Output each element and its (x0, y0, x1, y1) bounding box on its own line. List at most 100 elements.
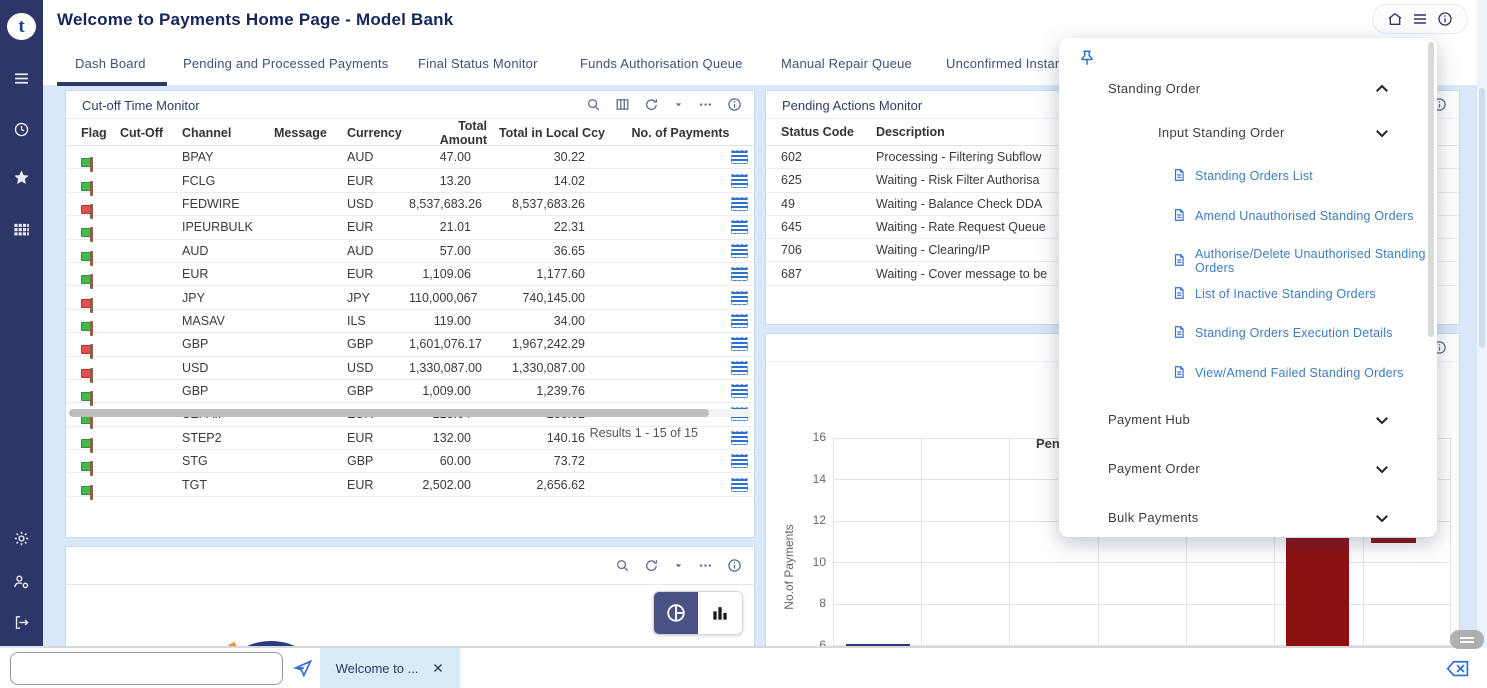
channel-cell: JPY (174, 291, 266, 305)
bar-red-cap[interactable] (1371, 538, 1416, 543)
user-admin-icon[interactable] (13, 573, 30, 590)
total-amount-cell: 1,601,076.17 (409, 337, 489, 351)
tab-final-status[interactable]: Final Status Monitor (418, 56, 538, 71)
sidebar: t (0, 0, 43, 646)
caret-down-icon[interactable] (673, 99, 684, 110)
page-title: Welcome to Payments Home Page - Model Ba… (57, 10, 453, 30)
cutoff-table-row[interactable]: FCLGEUR13.2014.02 (66, 169, 754, 192)
cutoff-table-row[interactable]: GBPGBP1,601,076.171,967,242.29 (66, 333, 754, 356)
chevron-down-icon[interactable] (1373, 411, 1391, 429)
tab-funds-auth-queue[interactable]: Funds Authorisation Queue (580, 56, 743, 71)
tab-unconfirmed[interactable]: Unconfirmed Instar (946, 56, 1059, 71)
cutoff-table-row[interactable]: BPAYAUD47.0030.22 (66, 146, 754, 169)
command-input[interactable] (10, 652, 283, 685)
tab-pending-processed[interactable]: Pending and Processed Payments (183, 56, 388, 71)
home-icon[interactable] (1387, 11, 1403, 27)
payments-list-icon[interactable] (731, 478, 748, 492)
local-ccy-cell: 8,537,683.26 (489, 197, 607, 211)
total-amount-cell: 13.20 (409, 174, 489, 188)
refresh-icon[interactable] (644, 558, 659, 573)
cutoff-table-row[interactable]: JPYJPY110,000,067740,145.00 (66, 286, 754, 309)
columns-icon[interactable] (615, 97, 630, 112)
active-tab-underline (57, 82, 167, 86)
more-icon[interactable] (698, 558, 713, 573)
chevron-down-icon[interactable] (1373, 124, 1391, 142)
refresh-icon[interactable] (644, 97, 659, 112)
payments-list-icon[interactable] (731, 244, 748, 258)
pin-icon[interactable] (1078, 49, 1096, 69)
menu-link[interactable]: View/Amend Failed Standing Orders (1172, 365, 1404, 381)
payments-list-icon[interactable] (731, 314, 748, 328)
cutoff-table-row[interactable]: AUDAUD57.0036.65 (66, 240, 754, 263)
cutoff-table-row[interactable]: GBPGBP1,009.001,239.76 (66, 380, 754, 403)
bank-logo[interactable]: t (7, 13, 36, 40)
chevron-down-icon[interactable] (1373, 509, 1391, 527)
cutoff-table-row[interactable]: STGGBP60.0073.72 (66, 450, 754, 473)
menu-section-payment-hub[interactable]: Payment Hub (1108, 412, 1190, 427)
local-ccy-cell: 36.65 (489, 244, 607, 258)
bar-chart-toggle-button[interactable] (698, 592, 742, 634)
menu-section-input-standing-order[interactable]: Input Standing Order (1158, 125, 1285, 140)
menu-link[interactable]: List of Inactive Standing Orders (1172, 286, 1376, 302)
cutoff-table-row[interactable]: USDUSD1,330,087.001,330,087.00 (66, 357, 754, 380)
menu-scrollbar[interactable] (1428, 42, 1434, 337)
close-icon[interactable] (432, 662, 444, 674)
search-icon[interactable] (615, 558, 630, 573)
menu-icon[interactable] (13, 70, 30, 87)
apps-grid-icon[interactable] (13, 221, 30, 238)
chevron-up-icon[interactable] (1373, 80, 1391, 98)
menu-link[interactable]: Authorise/Delete Unauthorised Standing O… (1172, 247, 1437, 275)
menu-section-standing-order[interactable]: Standing Order (1108, 81, 1200, 96)
settings-gear-icon[interactable] (13, 530, 30, 547)
payments-list-icon[interactable] (731, 384, 748, 398)
menu-link[interactable]: Standing Orders Execution Details (1172, 325, 1393, 341)
currency-cell: EUR (339, 478, 409, 492)
menu-section-payment-order[interactable]: Payment Order (1108, 461, 1200, 476)
info-icon[interactable] (1437, 11, 1453, 27)
bar-red-tall[interactable] (1286, 538, 1349, 646)
channel-cell: MASAV (174, 314, 266, 328)
channel-cell: USD (174, 361, 266, 375)
tab-manual-repair-queue[interactable]: Manual Repair Queue (781, 56, 912, 71)
favorites-star-icon[interactable] (13, 169, 30, 186)
menu-link[interactable]: Standing Orders List (1172, 168, 1313, 184)
total-amount-cell: 1,109.06 (409, 267, 489, 281)
page-vertical-scrollbar[interactable] (1477, 0, 1487, 688)
payments-list-icon[interactable] (731, 197, 748, 211)
pie-chart-toggle-button[interactable] (654, 592, 698, 634)
scroll-grip[interactable] (1450, 630, 1484, 649)
table-horizontal-scrollbar[interactable] (69, 409, 751, 417)
chevron-down-icon[interactable] (1373, 460, 1391, 478)
local-ccy-cell: 740,145.00 (489, 291, 607, 305)
menu-icon[interactable] (1412, 11, 1428, 27)
payments-list-icon[interactable] (731, 291, 748, 305)
payments-list-icon[interactable] (731, 174, 748, 188)
search-icon[interactable] (586, 97, 601, 112)
menu-section-bulk-payments[interactable]: Bulk Payments (1108, 510, 1199, 525)
open-page-tab[interactable]: Welcome to ... (320, 648, 460, 688)
logout-icon[interactable] (13, 614, 30, 631)
payments-list-icon[interactable] (731, 337, 748, 351)
backspace-icon[interactable] (1446, 660, 1470, 677)
payments-list-icon[interactable] (731, 431, 748, 445)
caret-down-icon[interactable] (673, 560, 684, 571)
send-icon[interactable] (293, 658, 313, 678)
more-icon[interactable] (698, 97, 713, 112)
cutoff-table-row[interactable]: TGTEUR2,502.002,656.62 (66, 473, 754, 496)
menu-link[interactable]: Amend Unauthorised Standing Orders (1172, 208, 1414, 224)
cutoff-panel-title: Cut-off Time Monitor (82, 98, 200, 113)
cutoff-table-row[interactable]: FEDWIREUSD8,537,683.268,537,683.26 (66, 193, 754, 216)
history-icon[interactable] (13, 121, 30, 138)
payments-list-icon[interactable] (731, 361, 748, 375)
cutoff-table-row[interactable]: IPEURBULKEUR21.0122.31 (66, 216, 754, 239)
payments-list-icon[interactable] (731, 220, 748, 234)
payments-pie-panel (65, 546, 755, 646)
info-icon[interactable] (727, 97, 742, 112)
payments-list-icon[interactable] (731, 267, 748, 281)
tab-dash-board[interactable]: Dash Board (75, 56, 146, 71)
info-icon[interactable] (727, 558, 742, 573)
payments-list-icon[interactable] (731, 150, 748, 164)
cutoff-table-row[interactable]: MASAVILS119.0034.00 (66, 310, 754, 333)
payments-list-icon[interactable] (731, 454, 748, 468)
cutoff-table-row[interactable]: EUREUR1,109.061,177.60 (66, 263, 754, 286)
